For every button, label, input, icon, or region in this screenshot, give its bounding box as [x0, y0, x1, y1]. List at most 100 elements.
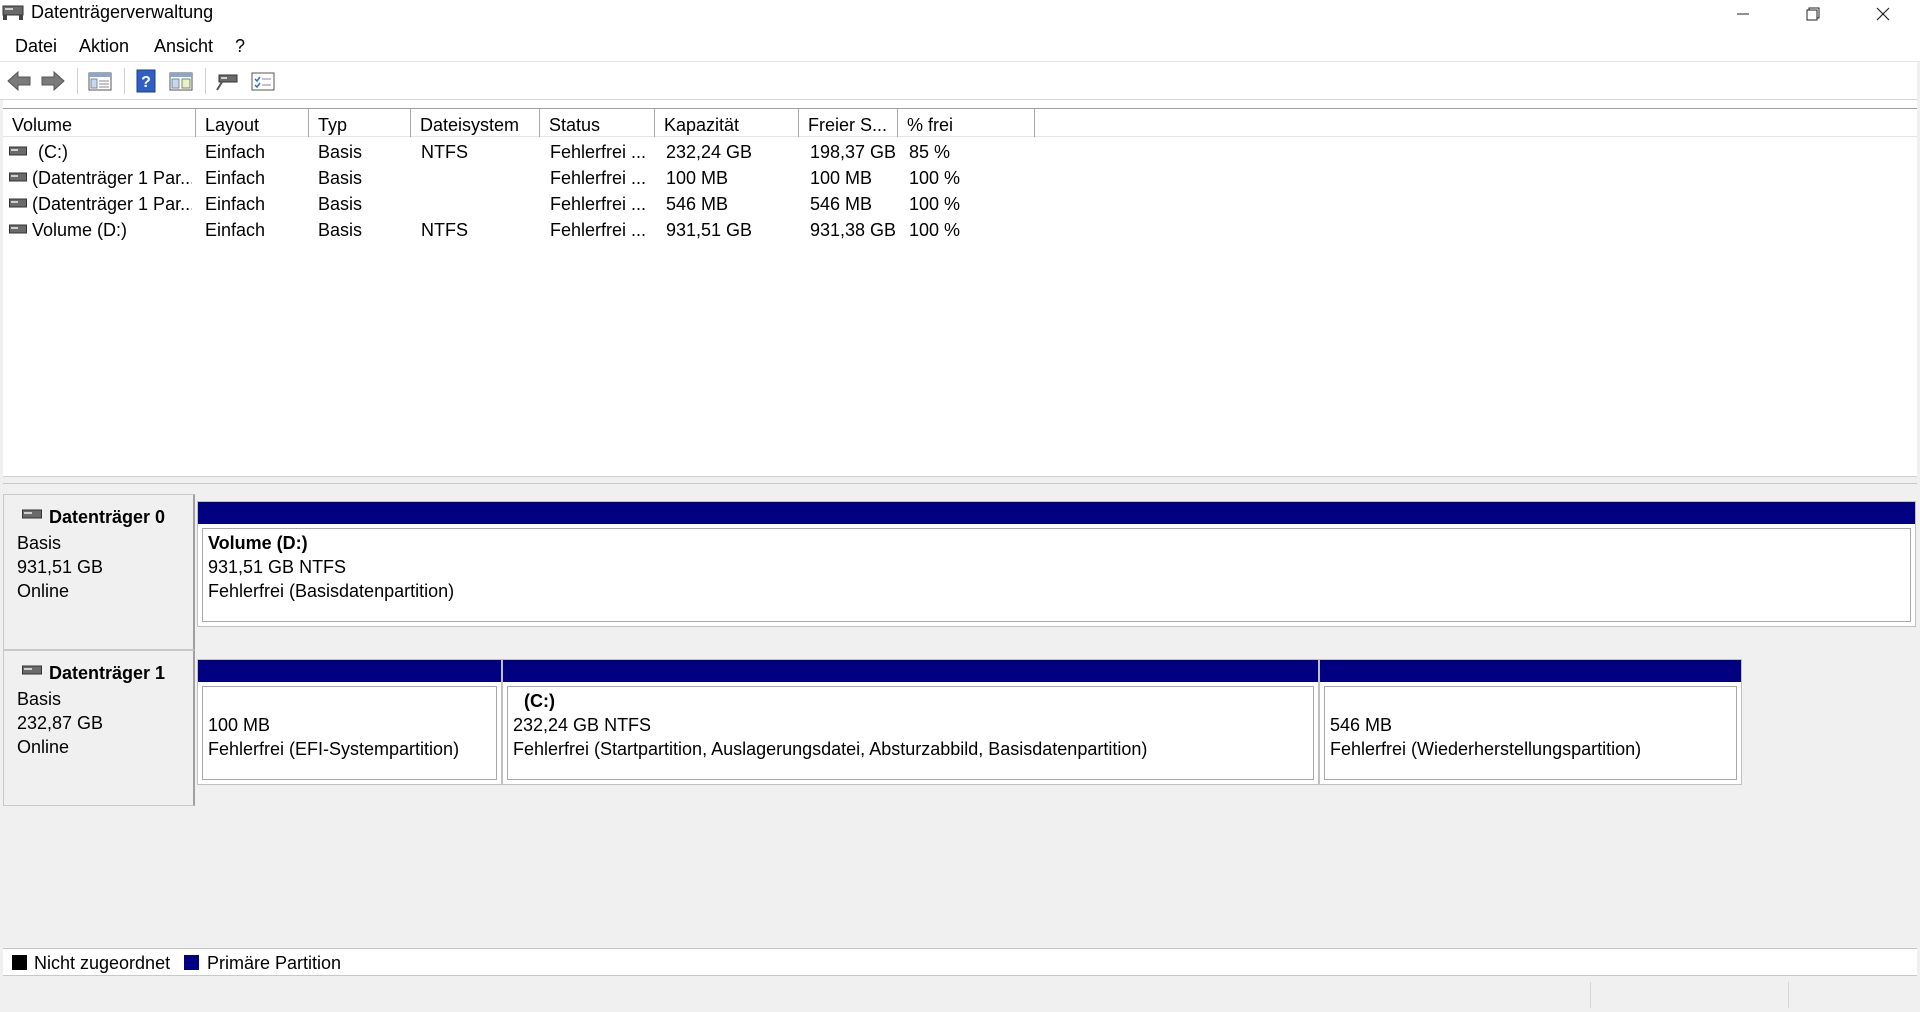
cell-dateisystem: NTFS — [421, 142, 468, 162]
partition-body: (C:) 232,24 GB NTFS Fehlerfrei (Startpar… — [507, 686, 1314, 780]
table-row[interactable]: (Datenträger 1 Par... Einfach Basis Fehl… — [3, 193, 1917, 218]
menu-ansicht[interactable]: Ansicht — [154, 36, 213, 57]
table-row[interactable]: (C:) Einfach Basis NTFS Fehlerfrei ... 2… — [3, 141, 1917, 166]
cell-freier-speicher: 198,37 GB — [810, 142, 897, 162]
cell-typ: Basis — [318, 220, 363, 240]
cell-status: Fehlerfrei ... — [550, 142, 647, 162]
disk-size: 931,51 GB — [17, 557, 104, 577]
cell-prozent-frei: 100 % — [909, 194, 961, 214]
close-icon — [1876, 7, 1890, 21]
cell-layout: Einfach — [205, 220, 266, 240]
back-button[interactable] — [4, 68, 34, 94]
volume-icon — [9, 198, 27, 208]
cell-freier-speicher: 546 MB — [810, 194, 873, 214]
disk-0-label[interactable]: Datenträger 0 Basis 931,51 GB Online — [3, 494, 195, 650]
volume-icon — [9, 224, 27, 234]
cell-layout: Einfach — [205, 142, 266, 162]
disk-graphical-view: Datenträger 0 Basis 931,51 GB Online Vol… — [3, 484, 1917, 948]
cell-kapazitaet: 100 MB — [666, 168, 729, 188]
cell-kapazitaet: 931,51 GB — [666, 220, 753, 240]
partition-efi[interactable]: 100 MB Fehlerfrei (EFI-Systempartition) — [197, 659, 502, 785]
svg-text:?: ? — [141, 74, 151, 91]
volume-list[interactable]: Volume Layout Typ Dateisystem Status Kap… — [3, 108, 1917, 476]
primary-partition-bar — [1320, 660, 1741, 682]
disk-state: Online — [17, 581, 70, 601]
disk-size: 232,87 GB — [17, 713, 104, 733]
column-dateisystem[interactable]: Dateisystem — [411, 109, 540, 137]
window-title: Datenträgerverwaltung — [31, 2, 214, 22]
cell-layout: Einfach — [205, 168, 266, 188]
toolbar-separator — [124, 68, 125, 94]
menu-help[interactable]: ? — [235, 36, 245, 57]
disk-icon — [22, 665, 42, 675]
column-volume[interactable]: Volume — [3, 109, 196, 137]
primary-partition-bar — [198, 660, 501, 682]
menu-aktion[interactable]: Aktion — [79, 36, 129, 57]
cell-typ: Basis — [318, 168, 363, 188]
connect-disk-icon — [216, 74, 238, 91]
partition-title: (C:) — [524, 691, 555, 711]
console-tree-icon — [88, 72, 112, 91]
disk-type: Basis — [17, 689, 62, 709]
cell-prozent-frei: 85 % — [909, 142, 951, 162]
legend: Nicht zugeordnet Primäre Partition — [3, 948, 1917, 976]
help-button[interactable]: ? — [131, 68, 161, 94]
partition-recovery[interactable]: 546 MB Fehlerfrei (Wiederherstellungspar… — [1319, 659, 1742, 785]
cell-kapazitaet: 232,24 GB — [666, 142, 753, 162]
disk-name: Datenträger 1 — [49, 663, 166, 683]
cell-prozent-frei: 100 % — [909, 220, 961, 240]
properties-button[interactable] — [166, 68, 196, 94]
disk-1-label[interactable]: Datenträger 1 Basis 232,87 GB Online — [3, 650, 195, 806]
primary-partition-bar — [198, 502, 1915, 524]
volume-icon — [9, 146, 27, 156]
partition-c[interactable]: (C:) 232,24 GB NTFS Fehlerfrei (Startpar… — [502, 659, 1319, 785]
forward-arrow-icon — [41, 70, 65, 92]
column-prozent-frei[interactable]: % frei — [898, 109, 1035, 137]
column-layout[interactable]: Layout — [196, 109, 309, 137]
back-arrow-icon — [7, 70, 31, 92]
column-typ[interactable]: Typ — [309, 109, 411, 137]
table-row[interactable]: Volume (D:) Einfach Basis NTFS Fehlerfre… — [3, 219, 1917, 244]
table-row[interactable]: (Datenträger 1 Par... Einfach Basis Fehl… — [3, 167, 1917, 192]
forward-button[interactable] — [38, 68, 68, 94]
partition-status: Fehlerfrei (Basisdatenpartition) — [208, 581, 455, 601]
console-tree-button[interactable] — [85, 68, 115, 94]
cell-volume: (C:) — [38, 142, 68, 162]
partition-volume-d[interactable]: Volume (D:) 931,51 GB NTFS Fehlerfrei (B… — [197, 501, 1916, 627]
disk-type: Basis — [17, 533, 62, 553]
checklist-button[interactable] — [248, 68, 278, 94]
cell-typ: Basis — [318, 194, 363, 214]
cell-dateisystem: NTFS — [421, 220, 468, 240]
cell-layout: Einfach — [205, 194, 266, 214]
menu-datei[interactable]: Datei — [15, 36, 57, 57]
pane-splitter[interactable] — [3, 476, 1917, 484]
column-kapazitaet[interactable]: Kapazität — [655, 109, 799, 137]
legend-label-primary: Primäre Partition — [207, 953, 342, 973]
toolbar-separator — [205, 68, 206, 94]
partition-size: 232,24 GB NTFS — [513, 715, 652, 735]
status-separator — [1788, 982, 1789, 1008]
status-bar — [0, 976, 1920, 1012]
partition-body: 100 MB Fehlerfrei (EFI-Systempartition) — [202, 686, 497, 780]
disk-state: Online — [17, 737, 70, 757]
volume-icon — [9, 172, 27, 182]
partition-status: Fehlerfrei (EFI-Systempartition) — [208, 739, 460, 759]
disk-name: Datenträger 0 — [49, 507, 166, 527]
cell-freier-speicher: 100 MB — [810, 168, 873, 188]
partition-status: Fehlerfrei (Wiederherstellungspartition) — [1330, 739, 1642, 759]
cell-status: Fehlerfrei ... — [550, 194, 647, 214]
column-status[interactable]: Status — [540, 109, 655, 137]
cell-status: Fehlerfrei ... — [550, 220, 647, 240]
connect-disk-button[interactable] — [212, 68, 242, 94]
cell-status: Fehlerfrei ... — [550, 168, 647, 188]
partition-title: Volume (D:) — [208, 533, 308, 553]
menu-bar: Datei Aktion Ansicht ? — [0, 28, 1920, 62]
column-freier-speicher[interactable]: Freier S... — [799, 109, 898, 137]
minimize-button[interactable] — [1708, 0, 1778, 28]
disk-icon — [22, 509, 42, 519]
partition-size: 931,51 GB NTFS — [208, 557, 347, 577]
cell-prozent-frei: 100 % — [909, 168, 961, 188]
legend-swatch-unallocated — [12, 955, 27, 970]
restore-button[interactable] — [1778, 0, 1848, 28]
close-button[interactable] — [1848, 0, 1918, 28]
